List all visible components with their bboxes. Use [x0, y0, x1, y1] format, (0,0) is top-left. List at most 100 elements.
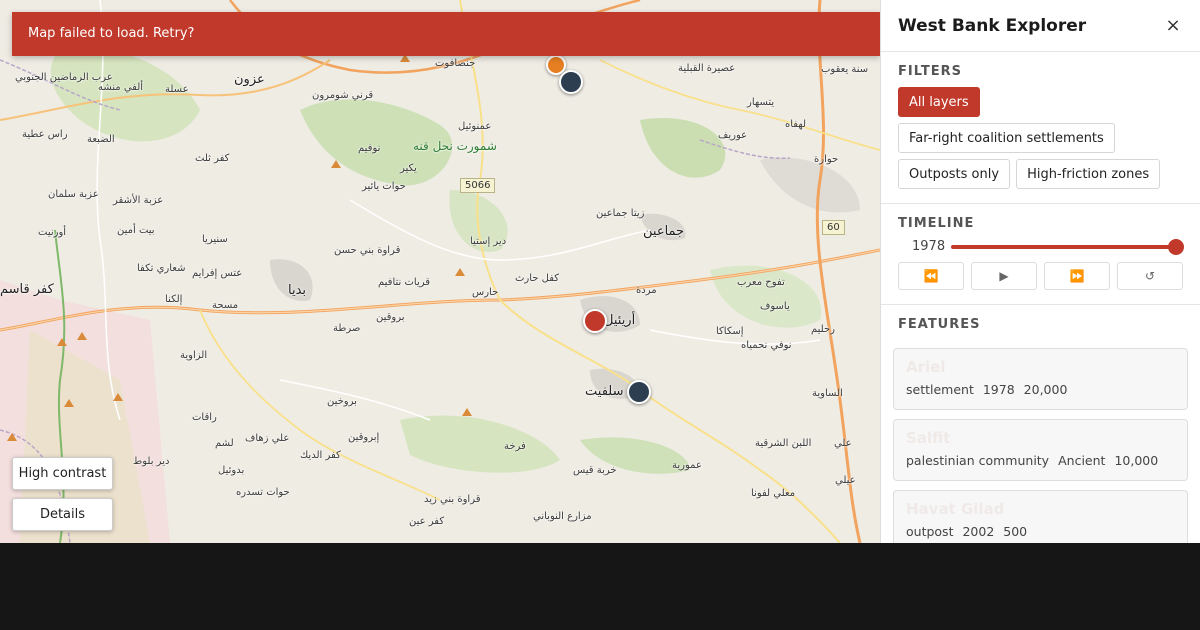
feature-population: 500: [1003, 524, 1028, 539]
feature-meta: settlement 1978 20,000: [906, 379, 1175, 401]
map-place-label: خربة قيس: [573, 465, 617, 476]
map-place-label: راس عطية: [22, 129, 68, 140]
timeline-row: 1978: [898, 238, 1184, 255]
map-place-label: أريئيل: [604, 313, 636, 328]
features-section: FEATURES: [881, 305, 1200, 332]
road-shield: 5066: [460, 178, 496, 193]
map-place-label: حارس: [472, 287, 499, 298]
map-place-label: قراوة بني زيد: [424, 494, 481, 505]
map-place-label: عزبة سلمان: [48, 189, 99, 200]
feature-name: Havat Gilad: [906, 500, 1005, 518]
map-place-label: مسحة: [212, 300, 239, 311]
map-place-label: شعاري تكفا: [137, 263, 186, 274]
map-place-label: معلي لفونا: [751, 488, 796, 499]
map-place-label: حوات يائير: [362, 181, 406, 192]
high-contrast-button[interactable]: High contrast: [12, 457, 113, 490]
map-place-label: عزون: [234, 72, 265, 87]
map-place-label: حوات تسدره: [236, 487, 290, 498]
filter-chip[interactable]: All layers: [898, 87, 980, 117]
map-place-label: زيتا جماعين: [596, 208, 645, 219]
feature-type: outpost: [906, 524, 954, 539]
timeline-section: TIMELINE 1978 ⏪ ▶ ⏩ ↺: [881, 204, 1200, 305]
map-place-label: شمورت نحل قنه: [413, 139, 497, 153]
map-place-label: عمنوئيل: [458, 121, 492, 132]
map-place-label: إسكاكا: [716, 326, 744, 337]
map-place-label: علي: [834, 438, 852, 449]
map-place-label: لهفاه: [785, 119, 807, 130]
map-place-label: عصيرة القبلية: [678, 63, 736, 74]
feature-founded: 1978: [982, 382, 1015, 397]
map-place-label: كفر قاسم: [0, 282, 54, 297]
filter-chip[interactable]: High-friction zones: [1016, 159, 1161, 189]
map-place-label: عسلة: [165, 84, 189, 95]
map-place-label: عمورية: [672, 460, 702, 471]
filter-chip[interactable]: Far-right coalition settlements: [898, 123, 1115, 153]
map-place-label: علي زهاف: [245, 433, 290, 444]
play-icon[interactable]: ▶: [971, 262, 1037, 290]
app-root: عزون جنصافوت عسلة ألفي منشه عرب الرماضين الج…: [0, 0, 1200, 543]
map-marker[interactable]: [559, 70, 583, 94]
map-place-label: يكير: [400, 163, 417, 174]
feature-card[interactable]: Ariel settlement 1978 20,000: [893, 348, 1188, 410]
reset-icon[interactable]: ↺: [1117, 262, 1183, 290]
road-shield: 60: [822, 220, 845, 235]
timeline-slider-thumb[interactable]: [1168, 238, 1184, 255]
feature-population: 10,000: [1114, 453, 1159, 468]
map-place-label: بدوئيل: [218, 465, 245, 476]
close-icon[interactable]: ×: [1163, 15, 1183, 36]
filters-section: FILTERS All layers Far-right coalition se…: [881, 52, 1200, 204]
fast-forward-icon[interactable]: ⏩: [1044, 262, 1110, 290]
panel-title: West Bank Explorer: [898, 15, 1087, 36]
side-panel: West Bank Explorer × FILTERS All layers F…: [880, 0, 1200, 543]
map-place-label: لشم: [215, 438, 234, 449]
map-place-label: راقات: [192, 412, 217, 423]
map-place-label: إلكنا: [165, 294, 183, 305]
map-place-label: سنيريا: [202, 234, 228, 245]
panel-header: West Bank Explorer ×: [881, 0, 1200, 52]
filter-chip[interactable]: Outposts only: [898, 159, 1011, 189]
feature-population: 20,000: [1023, 382, 1068, 397]
map-place-label: رحليم: [811, 324, 835, 335]
rewind-icon[interactable]: ⏪: [898, 262, 964, 290]
feature-card[interactable]: Salfit palestinian community Ancient 10,000: [893, 419, 1188, 481]
feature-meta: palestinian community Ancient 10,000: [906, 450, 1175, 472]
map-place-label: بديا: [288, 283, 307, 298]
map-place-label: عتس إفرايم: [192, 268, 243, 279]
map-place-label: مزارع النوباني: [533, 511, 592, 522]
map-place-label: أورنيت: [38, 227, 67, 238]
feature-founded: Ancient: [1058, 453, 1106, 468]
map-place-label: فرخة: [504, 441, 526, 452]
filter-chips: All layers Far-right coalition settlement…: [898, 87, 1183, 189]
map-place-label: ألفي منشه: [98, 82, 144, 93]
details-button[interactable]: Details: [12, 498, 113, 531]
map-place-label: عرب الرماضين الجنوبي: [15, 72, 113, 83]
map-place-label: سلفيت: [585, 384, 624, 399]
map-place-label: بيت أمين: [117, 225, 155, 236]
map-place-label: ياسوف: [760, 301, 790, 312]
map-place-label: دير إستيا: [470, 236, 507, 247]
timeline-label: TIMELINE: [898, 216, 975, 231]
map-place-label: قرني شومرون: [312, 90, 374, 101]
timeline-controls: ⏪ ▶ ⏩ ↺: [898, 262, 1183, 290]
feature-card[interactable]: Havat Gilad outpost 2002 500: [893, 490, 1188, 543]
map-place-label: نوفيم: [358, 143, 381, 154]
map-place-label: جنصافوت: [435, 58, 476, 69]
map-place-label: كفر الديك: [300, 450, 341, 461]
timeline-slider[interactable]: [951, 238, 1184, 255]
feature-type: settlement: [906, 382, 974, 397]
map-place-label: الضبعة: [87, 134, 115, 145]
map-marker[interactable]: [627, 380, 651, 404]
map-canvas[interactable]: عزون جنصافوت عسلة ألفي منشه عرب الرماضين الج…: [0, 0, 880, 543]
map-place-label: حوارة: [814, 154, 839, 165]
feature-list: Ariel settlement 1978 20,000 Salfit palestini…: [881, 340, 1200, 543]
map-place-label: الزاوية: [180, 350, 208, 361]
map-place-label: عيلي: [835, 475, 856, 486]
map-place-label: تفوح معرب: [737, 277, 785, 288]
timeline-year: 1978: [912, 239, 946, 254]
map-error-banner[interactable]: Map failed to load. Retry?: [12, 12, 880, 56]
feature-meta: outpost 2002 500: [906, 521, 1175, 543]
feature-type: palestinian community: [906, 453, 1050, 468]
map-place-label: بروقين: [376, 312, 405, 323]
map-marker[interactable]: [583, 309, 607, 333]
map-place-label: قريات نتافيم: [378, 277, 431, 288]
